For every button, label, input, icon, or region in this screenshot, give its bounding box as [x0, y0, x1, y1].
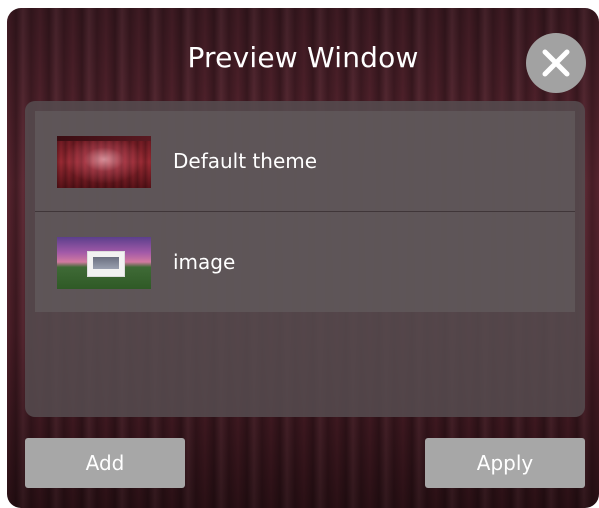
preview-window: Preview Window Default theme image Add A…: [7, 8, 599, 508]
image-thumbnail: [57, 237, 151, 289]
theme-item-label: Default theme: [173, 149, 318, 173]
theme-item-default[interactable]: Default theme: [35, 111, 575, 212]
window-title: Preview Window: [187, 41, 419, 74]
theme-list: Default theme image: [25, 101, 585, 417]
apply-button[interactable]: Apply: [425, 438, 585, 488]
theme-item-label: image: [173, 250, 236, 274]
theme-item-image[interactable]: image: [35, 212, 575, 312]
add-button[interactable]: Add: [25, 438, 185, 488]
close-button[interactable]: [526, 33, 586, 93]
default-theme-thumbnail: [57, 136, 151, 188]
close-icon: [542, 49, 570, 77]
